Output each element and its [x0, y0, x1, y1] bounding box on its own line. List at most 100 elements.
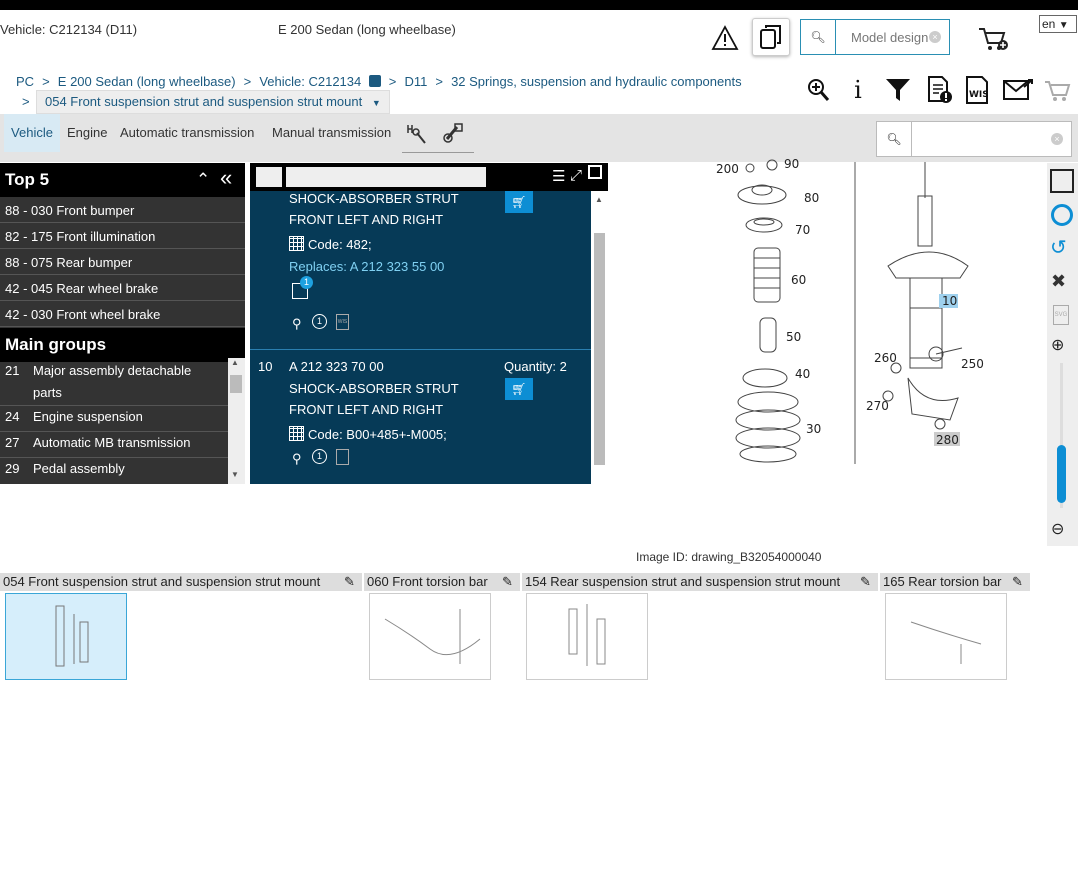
- search-icon[interactable]: 🔍︎: [801, 20, 836, 54]
- info-icon[interactable]: i: [848, 76, 868, 104]
- copy-icon[interactable]: [368, 75, 381, 87]
- tab-engine[interactable]: Engine: [67, 114, 107, 152]
- zoom-in-icon[interactable]: ⊕: [1051, 335, 1064, 355]
- main-group-item[interactable]: 27 Automatic MB transmission: [0, 432, 228, 458]
- tab-vehicle[interactable]: Vehicle: [4, 114, 60, 152]
- model-info: E 200 Sedan (long wheelbase): [278, 22, 456, 37]
- callout-label[interactable]: 10: [942, 294, 957, 308]
- clear-icon[interactable]: ×: [1051, 133, 1063, 145]
- thumbnail-image[interactable]: [526, 593, 648, 680]
- crumb-pc[interactable]: PC: [16, 74, 34, 89]
- edit-icon[interactable]: ✎: [344, 573, 355, 591]
- cart-add-icon[interactable]: [976, 24, 1010, 54]
- crumb-design[interactable]: D11: [404, 74, 427, 89]
- part-code: Code: B00+485+-M005;: [289, 426, 447, 442]
- copy-button[interactable]: [752, 18, 790, 56]
- key-icon[interactable]: ⚲: [292, 316, 302, 332]
- clear-icon[interactable]: ×: [929, 31, 941, 43]
- language-select[interactable]: en ▼: [1039, 15, 1077, 33]
- thumbnail-title[interactable]: 165 Rear torsion bar ✎: [880, 573, 1030, 591]
- callout-label[interactable]: 200: [716, 162, 739, 176]
- filter-icon[interactable]: [884, 76, 912, 104]
- svg-icon[interactable]: SVG: [1053, 305, 1069, 325]
- tab-manual-transmission[interactable]: Manual transmission: [272, 114, 391, 152]
- top-strip: [0, 0, 1078, 10]
- parts-drawing[interactable]: 200 90 80 70 60 50 40 30 10 260 250 270 …: [700, 157, 1045, 468]
- target-icon[interactable]: [1051, 204, 1073, 226]
- wis-icon[interactable]: WIS: [336, 314, 349, 330]
- copy-icon[interactable]: [588, 165, 602, 179]
- tab-search[interactable]: 🔍︎ ×: [876, 121, 1072, 157]
- groups-scrollbar[interactable]: ▲ ▼: [228, 358, 245, 484]
- list-icon[interactable]: ☰: [552, 167, 565, 185]
- callout-label[interactable]: 80: [804, 191, 819, 205]
- callout-label[interactable]: 50: [786, 330, 801, 344]
- part-row[interactable]: SHOCK-ABSORBER STRUT FRONT LEFT AND RIGH…: [250, 191, 591, 349]
- callout-label[interactable]: 60: [791, 273, 806, 287]
- double-chevron-left-icon[interactable]: «: [220, 161, 232, 195]
- callout-label[interactable]: 30: [806, 422, 821, 436]
- add-to-cart-button[interactable]: 🛒︎: [505, 191, 533, 213]
- search-icon[interactable]: 🔍︎: [877, 122, 912, 156]
- main-group-item[interactable]: 24 Engine suspension: [0, 406, 228, 432]
- parts-scrollbar[interactable]: ▲: [591, 191, 608, 484]
- add-to-cart-button[interactable]: 🛒︎: [505, 378, 533, 400]
- model-search[interactable]: 🔍︎ Model design ×: [800, 19, 950, 55]
- info-icon[interactable]: 1: [312, 314, 327, 329]
- part-replaces[interactable]: Replaces: A 212 323 55 00: [289, 259, 444, 274]
- part-row[interactable]: 10 A 212 323 70 00 Quantity: 2 SHOCK-ABS…: [250, 350, 591, 484]
- group-label: Pedal assembly: [33, 461, 125, 476]
- top5-item[interactable]: 88 - 075 Rear bumper: [0, 250, 245, 275]
- thumbnail-image[interactable]: [369, 593, 491, 680]
- zoom-icon[interactable]: [806, 76, 830, 104]
- history-icon[interactable]: ↺: [1050, 235, 1067, 260]
- crumb-vehicle[interactable]: Vehicle: C212134: [259, 74, 361, 89]
- mail-icon[interactable]: [1002, 76, 1034, 104]
- main-group-item[interactable]: 21 Major assembly detachable parts: [0, 360, 228, 406]
- thumbnail-title[interactable]: 154 Rear suspension strut and suspension…: [522, 573, 878, 591]
- wis-icon[interactable]: WIS: [964, 74, 992, 106]
- collapse-icon[interactable]: ⌃: [196, 163, 210, 197]
- warning-icon[interactable]: [710, 24, 740, 52]
- top5-item[interactable]: 82 - 175 Front illumination: [0, 224, 245, 249]
- thumbnail-image[interactable]: [5, 593, 127, 680]
- close-view-icon[interactable]: [1050, 169, 1074, 193]
- document-warning-icon[interactable]: [926, 74, 954, 106]
- bolt-icon[interactable]: [440, 122, 466, 146]
- thumbnail-title[interactable]: 060 Front torsion bar ✎: [364, 573, 520, 591]
- key-icon[interactable]: ⚲: [292, 451, 302, 467]
- callout-label[interactable]: 260: [874, 351, 897, 365]
- callout-label[interactable]: 270: [866, 399, 889, 413]
- edit-icon[interactable]: ✎: [1012, 573, 1023, 591]
- info-icon[interactable]: 1: [312, 449, 327, 464]
- cart-icon[interactable]: [1042, 78, 1072, 104]
- expand-icon[interactable]: ⤢: [570, 167, 582, 184]
- thumbnail-title[interactable]: 054 Front suspension strut and suspensio…: [0, 573, 362, 591]
- subgroup-dropdown[interactable]: 054 Front suspension strut and suspensio…: [36, 90, 390, 114]
- callout-label[interactable]: 280: [936, 433, 959, 447]
- crumb-group[interactable]: 32 Springs, suspension and hydraulic com…: [451, 74, 742, 89]
- document-icon[interactable]: [336, 449, 349, 465]
- edit-icon[interactable]: ✎: [502, 573, 513, 591]
- search-placeholder[interactable]: Model design: [851, 30, 928, 45]
- top5-item[interactable]: 88 - 030 Front bumper: [0, 198, 245, 223]
- thumbnail-image[interactable]: [885, 593, 1007, 680]
- main-group-item[interactable]: 29 Pedal assembly: [0, 458, 228, 483]
- parts-filter-input[interactable]: [286, 167, 486, 187]
- callout-label[interactable]: 40: [795, 367, 810, 381]
- top5-item[interactable]: 42 - 045 Rear wheel brake: [0, 276, 245, 301]
- edit-icon[interactable]: ✎: [860, 573, 871, 591]
- zoom-out-icon[interactable]: ⊖: [1051, 519, 1064, 539]
- select-all-checkbox[interactable]: [256, 167, 282, 187]
- tools-icon[interactable]: [404, 122, 430, 146]
- callout-label[interactable]: 250: [961, 357, 984, 371]
- callout-label[interactable]: 70: [795, 223, 810, 237]
- top5-title: Top 5: [5, 170, 50, 189]
- callout-label[interactable]: 90: [784, 157, 799, 171]
- pin-off-icon[interactable]: ✖: [1051, 271, 1066, 292]
- top5-item[interactable]: 42 - 030 Front wheel brake: [0, 302, 245, 327]
- group-label: Automatic MB transmission: [33, 435, 191, 450]
- zoom-slider-handle[interactable]: [1057, 445, 1066, 503]
- tab-automatic-transmission[interactable]: Automatic transmission: [120, 114, 254, 152]
- crumb-model[interactable]: E 200 Sedan (long wheelbase): [58, 74, 236, 89]
